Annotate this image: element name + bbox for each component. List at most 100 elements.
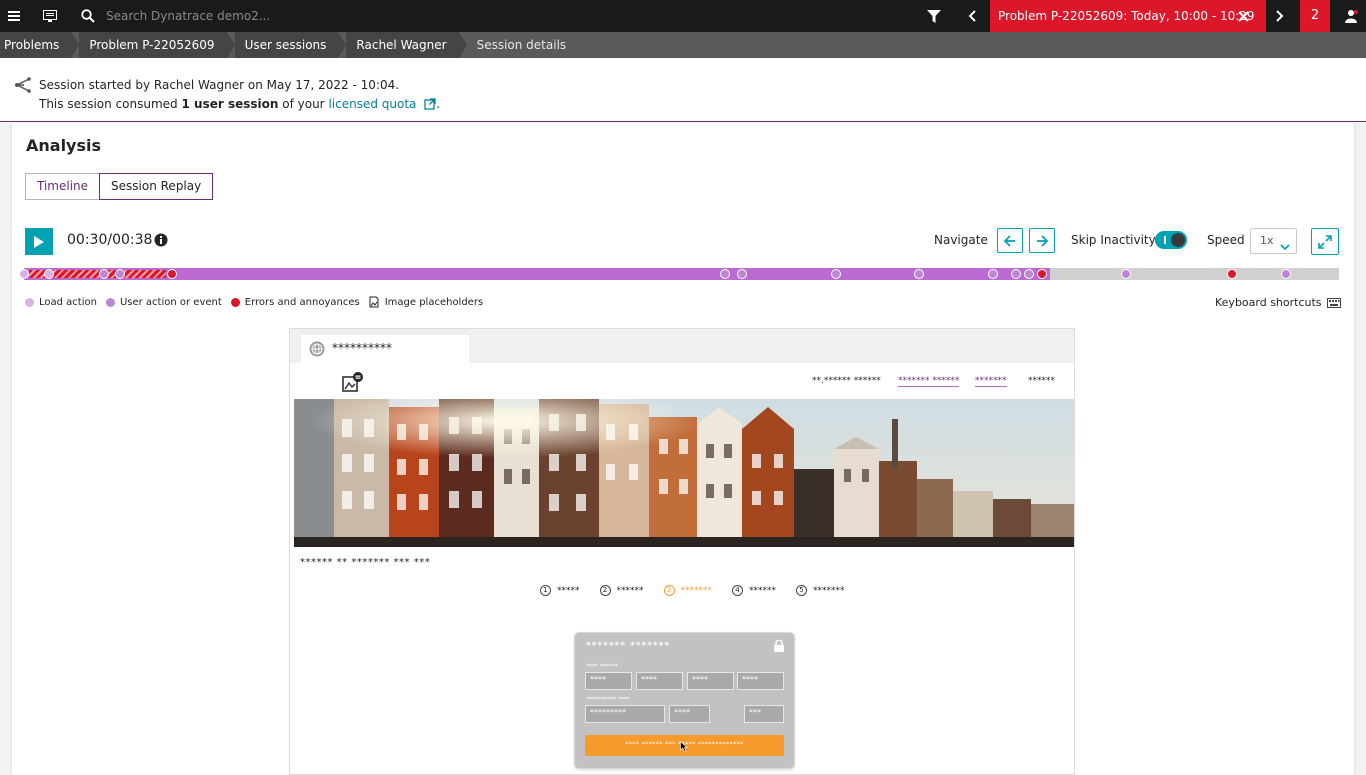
checkout-steps: 1 ***** 2 ****** 3 ******* 4 ****** 5 ******* xyxy=(540,585,865,596)
cardholder-field[interactable]: ********* xyxy=(585,705,665,723)
info-icon[interactable] xyxy=(154,233,168,250)
breadcrumb-user[interactable]: Rachel Wagner xyxy=(346,32,459,58)
timeline-event-user[interactable] xyxy=(737,269,747,279)
card-number-field[interactable]: **** xyxy=(737,672,784,690)
breadcrumb-chevron-icon xyxy=(458,32,467,58)
licensed-quota-link[interactable]: licensed quota xyxy=(328,97,416,111)
session-icon xyxy=(14,77,32,96)
timeline-event-user[interactable] xyxy=(914,269,924,279)
hero-image xyxy=(294,399,1074,547)
breadcrumb-chevron-icon xyxy=(71,32,80,58)
breadcrumb-session-details: Session details xyxy=(476,38,567,52)
timeline-event-user[interactable] xyxy=(115,269,125,279)
replay-nav-link[interactable]: ******* ****** xyxy=(898,376,960,387)
search-input[interactable]: Search Dynatrace demo2... xyxy=(106,0,270,32)
timeline-event-user[interactable] xyxy=(1281,269,1291,279)
replay-timeline[interactable] xyxy=(19,268,1339,280)
timeline-event-user[interactable] xyxy=(1024,269,1034,279)
skip-inactivity-toggle[interactable] xyxy=(1155,231,1187,249)
tab-session-replay[interactable]: Session Replay xyxy=(99,173,214,200)
legend-image-placeholders: Image placeholders xyxy=(369,296,483,308)
checkout-step-current: 3 ******* xyxy=(663,585,712,596)
problem-label: Problem P-22052609: Today, 10:00 - 10:29 xyxy=(998,9,1255,23)
filter-icon[interactable] xyxy=(922,0,946,32)
breadcrumb-chevron-icon xyxy=(338,32,347,58)
speed-label: Speed xyxy=(1207,233,1245,247)
checkout-step: 1 ***** xyxy=(540,585,580,596)
quota-suffix: . xyxy=(436,97,441,111)
breadcrumb: Problems Problem P-22052609 User session… xyxy=(0,32,1366,58)
timeline-event-user[interactable] xyxy=(1121,269,1131,279)
problem-banner[interactable]: Problem P-22052609: Today, 10:00 - 10:29 xyxy=(990,0,1290,32)
cvv-field[interactable]: *** xyxy=(744,705,784,723)
timeline-event-error[interactable] xyxy=(167,269,177,279)
timeline-event-load[interactable] xyxy=(19,269,29,279)
user-icon[interactable] xyxy=(1336,0,1366,32)
replay-tab-title: ********** xyxy=(332,341,392,355)
legend-errors: Errors and annoyances xyxy=(230,297,360,308)
speed-select[interactable]: 1x xyxy=(1250,228,1297,254)
timeline-event-user[interactable] xyxy=(1011,269,1021,279)
breadcrumb-user-sessions[interactable]: User sessions xyxy=(234,32,339,58)
timeline-event-user[interactable] xyxy=(831,269,841,279)
payment-form-title: ******* ******* xyxy=(586,641,671,651)
speed-value: 1x xyxy=(1260,234,1274,247)
timeline-event-user[interactable] xyxy=(720,269,730,279)
menu-icon[interactable] xyxy=(0,0,28,32)
replay-browser-bar: ********** xyxy=(290,329,1074,363)
legend-load-action: Load action xyxy=(25,297,97,308)
timeline-event-user[interactable] xyxy=(99,269,109,279)
skip-inactivity-label: Skip Inactivity xyxy=(1071,233,1156,247)
tab-timeline[interactable]: Timeline xyxy=(25,173,100,200)
legend-user-action: User action or event xyxy=(105,297,222,308)
expand-icon xyxy=(1318,234,1332,249)
timeline-event-error[interactable] xyxy=(1227,269,1237,279)
session-quota-text: This session consumed 1 user session of … xyxy=(39,97,440,113)
arrow-right-icon xyxy=(1037,234,1048,247)
expiry-field[interactable]: **** xyxy=(669,705,710,723)
navigate-forward-button[interactable] xyxy=(1029,228,1055,253)
replay-nav-link[interactable]: **.****** ****** xyxy=(812,376,881,386)
keyboard-shortcuts-link[interactable]: Keyboard shortcuts xyxy=(1215,296,1341,309)
replay-nav-link[interactable]: ******* xyxy=(975,376,1007,387)
search-icon[interactable] xyxy=(76,0,100,32)
play-icon xyxy=(34,235,44,248)
navigate-back-button[interactable] xyxy=(997,228,1023,253)
breadcrumb-problem[interactable]: Problem P-22052609 xyxy=(79,32,227,58)
analysis-tabs: Timeline Session Replay xyxy=(25,173,214,200)
card-number-label: **** ****** xyxy=(586,663,618,670)
top-bar: Search Dynatrace demo2... Problem P-2205… xyxy=(0,0,1366,32)
screen-icon[interactable] xyxy=(36,0,64,32)
quota-amount: 1 user session xyxy=(181,97,279,111)
replay-nav-link[interactable]: ****** xyxy=(1028,376,1055,386)
chevron-down-icon xyxy=(1280,236,1290,260)
external-link-icon[interactable] xyxy=(424,98,436,113)
card-number-field[interactable]: **** xyxy=(687,672,734,690)
session-started-text: Session started by Rachel Wagner on May … xyxy=(39,78,400,92)
cursor-icon xyxy=(680,740,688,755)
next-problem-button[interactable] xyxy=(1266,0,1294,32)
keyboard-icon xyxy=(1326,297,1341,308)
breadcrumb-chevron-icon xyxy=(226,32,235,58)
timeline-event-load[interactable] xyxy=(44,269,54,279)
play-button[interactable] xyxy=(25,228,53,255)
fullscreen-button[interactable] xyxy=(1311,228,1339,255)
time-readout: 00:30/00:38 xyxy=(67,232,153,248)
close-icon[interactable] xyxy=(1230,0,1256,32)
breadcrumb-problems[interactable]: Problems xyxy=(0,32,72,58)
navigate-label: Navigate xyxy=(934,233,988,247)
arrow-left-icon xyxy=(1004,234,1015,247)
analysis-title: Analysis xyxy=(26,136,102,155)
card-details-label: ********** **** xyxy=(586,696,630,703)
timeline-progress xyxy=(24,268,1050,280)
card-number-field[interactable]: **** xyxy=(636,672,683,690)
session-replay-viewport[interactable]: ********** **.****** ****** ******* ****… xyxy=(289,328,1075,775)
timeline-event-user[interactable] xyxy=(988,269,998,279)
timeline-event-error[interactable] xyxy=(1037,269,1047,279)
card-number-field[interactable]: **** xyxy=(585,672,632,690)
previous-problem-button[interactable] xyxy=(960,0,984,32)
problem-count-badge[interactable]: 2 xyxy=(1300,0,1330,32)
quota-prefix: This session consumed xyxy=(39,97,178,111)
checkout-step: 2 ****** xyxy=(599,585,644,596)
checkout-step: 4 ****** xyxy=(732,585,776,596)
